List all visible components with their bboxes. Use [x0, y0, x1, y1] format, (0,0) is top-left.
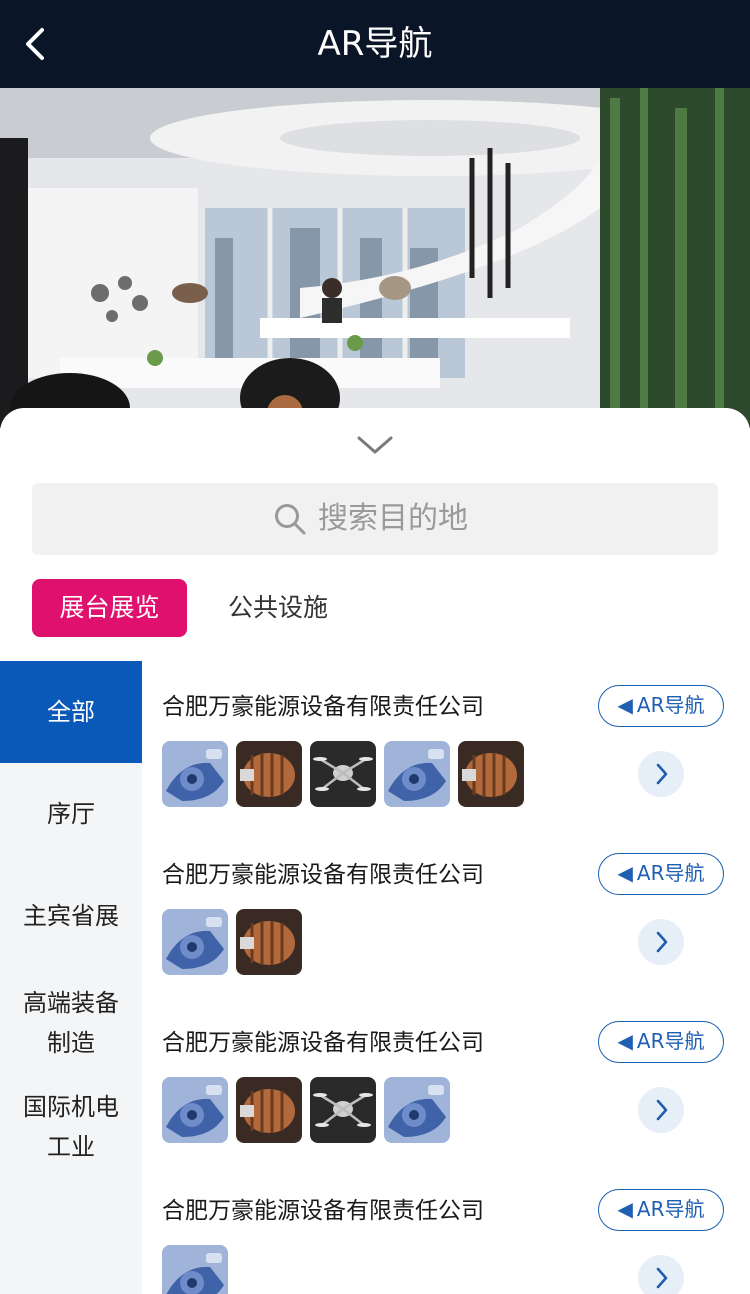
- item-detail-button[interactable]: [638, 919, 684, 965]
- product-thumbnail[interactable]: [162, 909, 228, 975]
- navigation-arrow-icon: ◀: [617, 1029, 633, 1053]
- company-name: 合肥万豪能源设备有限责任公司: [162, 862, 484, 888]
- tab-public-facilities[interactable]: 公共设施: [228, 579, 328, 637]
- company-name: 合肥万豪能源设备有限责任公司: [162, 1030, 484, 1056]
- chevron-right-icon: [656, 1267, 668, 1289]
- list-item[interactable]: 合肥万豪能源设备有限责任公司 ◀ AR导航: [142, 997, 750, 1165]
- category-international-mechatronics[interactable]: 国际机电工业: [0, 1087, 142, 1167]
- category-guest-province[interactable]: 主宾省展: [0, 865, 142, 967]
- chevron-down-icon: [357, 436, 393, 454]
- list-item[interactable]: 合肥万豪能源设备有限责任公司 ◀ AR导航: [142, 661, 750, 829]
- company-name: 合肥万豪能源设备有限责任公司: [162, 1198, 484, 1224]
- list-item[interactable]: 合肥万豪能源设备有限责任公司 ◀ AR导航: [142, 1165, 750, 1294]
- category-foyer[interactable]: 序厅: [0, 763, 142, 865]
- product-thumbnail[interactable]: [162, 1077, 228, 1143]
- ar-navigation-label: AR导航: [636, 861, 705, 885]
- product-thumbnail[interactable]: [162, 1245, 228, 1294]
- product-thumbnail[interactable]: [310, 1077, 376, 1143]
- ar-navigation-label: AR导航: [636, 1197, 705, 1221]
- chevron-right-icon: [656, 931, 668, 953]
- list-item[interactable]: 合肥万豪能源设备有限责任公司 ◀ AR导航: [142, 829, 750, 997]
- product-thumbnail[interactable]: [458, 741, 524, 807]
- category-high-end-equipment[interactable]: 高端装备制造: [0, 983, 142, 1063]
- search-icon: [275, 504, 306, 535]
- company-name: 合肥万豪能源设备有限责任公司: [162, 694, 484, 720]
- search-input[interactable]: 搜索目的地: [32, 483, 718, 555]
- category-sidebar: 全部 序厅 主宾省展 高端装备制造 国际机电工业: [0, 661, 142, 1294]
- product-thumbnail[interactable]: [236, 1077, 302, 1143]
- tab-exhibition[interactable]: 展台展览: [32, 579, 187, 637]
- product-thumbnail[interactable]: [310, 741, 376, 807]
- product-thumbnail[interactable]: [162, 741, 228, 807]
- product-thumbnail[interactable]: [236, 909, 302, 975]
- product-thumbnail[interactable]: [384, 1077, 450, 1143]
- item-detail-button[interactable]: [638, 1255, 684, 1294]
- navigation-arrow-icon: ◀: [617, 693, 633, 717]
- chevron-right-icon: [656, 1099, 668, 1121]
- item-detail-button[interactable]: [638, 1087, 684, 1133]
- ar-navigation-button[interactable]: ◀ AR导航: [598, 1189, 724, 1231]
- bottom-sheet: 搜索目的地 展台展览 公共设施 全部 序厅 主宾省展 高端装备制造 国际机电工业…: [0, 408, 750, 1294]
- collapse-sheet-button[interactable]: [355, 432, 395, 458]
- hero-image: [0, 88, 750, 428]
- product-thumbnail[interactable]: [384, 741, 450, 807]
- ar-navigation-label: AR导航: [636, 693, 705, 717]
- page-title: AR导航: [317, 24, 433, 64]
- ar-navigation-label: AR导航: [636, 1029, 705, 1053]
- ar-navigation-button[interactable]: ◀ AR导航: [598, 853, 724, 895]
- category-all[interactable]: 全部: [0, 661, 142, 763]
- navigation-arrow-icon: ◀: [617, 861, 633, 885]
- product-thumbnail[interactable]: [236, 741, 302, 807]
- ar-navigation-button[interactable]: ◀ AR导航: [598, 1021, 724, 1063]
- header-bar: AR导航: [0, 0, 750, 88]
- item-detail-button[interactable]: [638, 751, 684, 797]
- search-placeholder: 搜索目的地: [318, 501, 468, 536]
- ar-navigation-button[interactable]: ◀ AR导航: [598, 685, 724, 727]
- chevron-right-icon: [656, 763, 668, 785]
- navigation-arrow-icon: ◀: [617, 1197, 633, 1221]
